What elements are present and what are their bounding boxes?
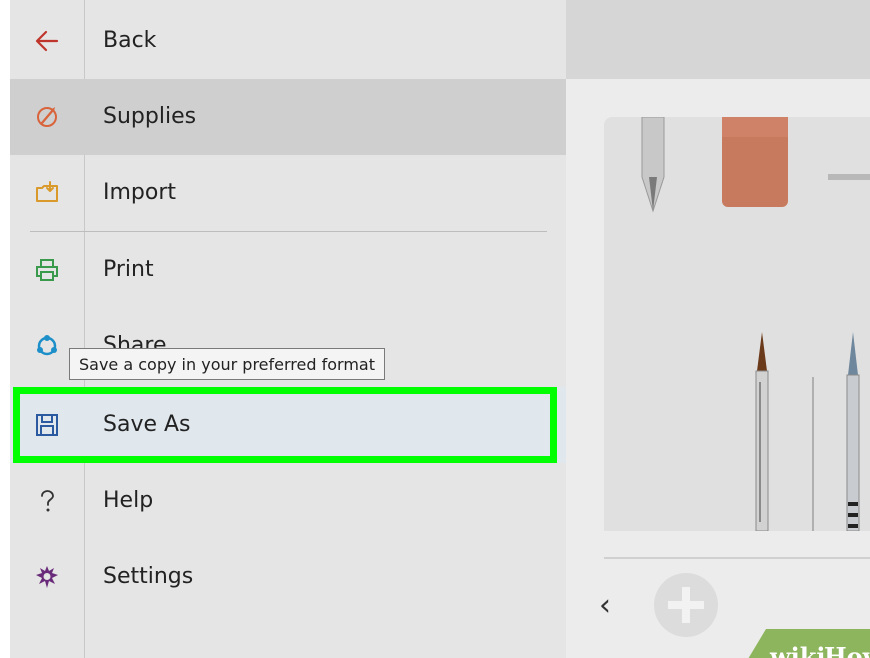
canvas-body: ‹ wiki How — [566, 79, 870, 658]
menu-item-supplies[interactable]: Supplies — [10, 79, 566, 155]
menu-item-label: Import — [103, 180, 177, 205]
save-as-highlight — [13, 387, 557, 463]
canvas-area: ‹ wiki How — [566, 0, 870, 658]
window-edge — [0, 0, 10, 658]
wikihow-watermark: wiki How — [748, 629, 870, 658]
menu-item-label: Print — [103, 257, 154, 282]
chevron-left-icon[interactable]: ‹ — [599, 589, 623, 623]
supplies-tray — [604, 116, 870, 532]
canvas-divider — [604, 557, 870, 559]
watermark-suffix: How — [824, 642, 870, 658]
menu-item-label: Supplies — [103, 104, 197, 129]
menu-item-settings[interactable]: Settings — [10, 539, 566, 615]
supplies-icon — [33, 103, 61, 131]
menu-item-import[interactable]: Import — [10, 155, 566, 231]
settings-icon — [33, 563, 61, 591]
supplies-illustration — [641, 116, 870, 532]
back-arrow-icon — [33, 27, 61, 55]
save-as-tooltip: Save a copy in your preferred format — [69, 348, 385, 380]
menu-item-help[interactable]: Help — [10, 463, 566, 539]
share-icon — [33, 332, 61, 360]
menu-item-label: Help — [103, 488, 154, 513]
screen: Back Supplies Import Print Share Save As — [0, 0, 870, 658]
help-icon — [33, 487, 61, 515]
print-icon — [33, 256, 61, 284]
menu-item-print[interactable]: Print — [10, 232, 566, 308]
canvas-toolbar — [566, 0, 870, 79]
menu-item-label: Settings — [103, 564, 194, 589]
menu-item-label: Back — [103, 28, 157, 53]
watermark-prefix: wiki — [769, 642, 826, 658]
import-icon — [33, 179, 61, 207]
menu-item-back[interactable]: Back — [10, 3, 566, 79]
